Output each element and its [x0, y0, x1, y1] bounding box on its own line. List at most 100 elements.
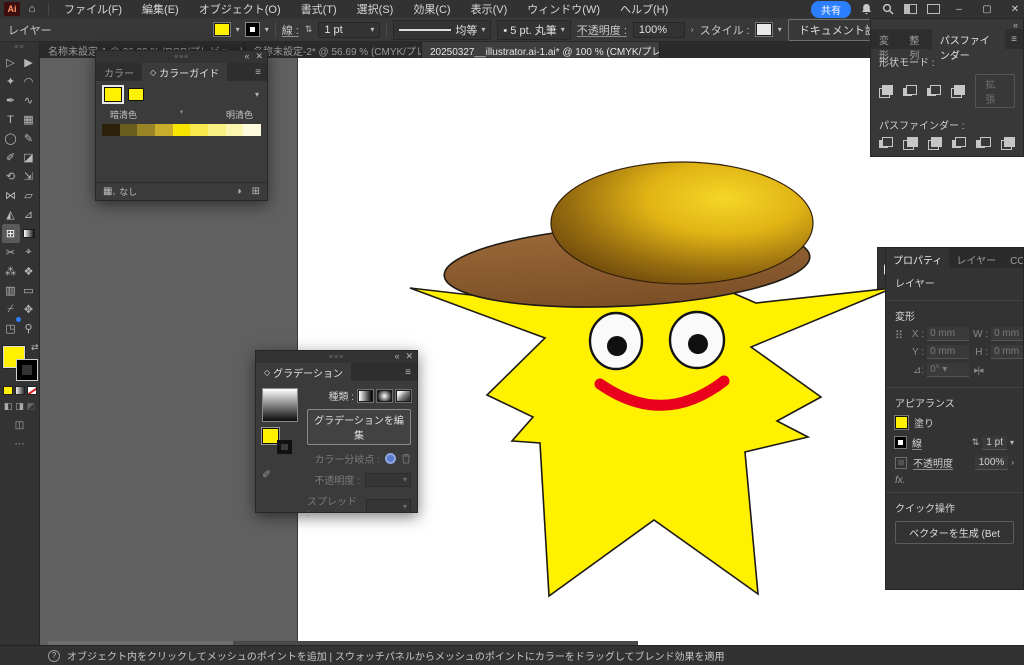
selection-tool[interactable]: ▶	[20, 53, 38, 72]
delete-stop-icon[interactable]	[401, 453, 411, 464]
save-group-icon[interactable]: ⊞	[252, 186, 260, 197]
home-icon[interactable]: ⌂	[22, 3, 42, 15]
free-transform-tool[interactable]: ▱	[20, 186, 38, 205]
chevron-right-icon[interactable]: ›	[691, 25, 694, 34]
perspective-grid-tool[interactable]: ⊿	[20, 205, 38, 224]
panel-menu-icon[interactable]: ≡	[249, 63, 267, 81]
harmony-dropdown-icon[interactable]: ▾	[255, 90, 259, 99]
menu-file[interactable]: ファイル(F)	[55, 0, 131, 19]
divide-icon[interactable]	[879, 137, 893, 150]
minimize-button[interactable]: –	[950, 4, 968, 15]
stroke-weight-stepper[interactable]: ⇅	[305, 24, 313, 35]
stroke-weight-field[interactable]: 1 pt▾	[318, 22, 380, 38]
close-icon[interactable]: ✕	[255, 51, 263, 62]
outline-icon[interactable]	[976, 137, 990, 150]
tab-gradient[interactable]: ◇グラデーション	[256, 363, 351, 381]
tab-color[interactable]: カラー	[96, 63, 142, 81]
panel-menu-icon[interactable]: ≡	[399, 363, 417, 381]
rotate-view-tool[interactable]: ◳	[2, 319, 20, 338]
eraser-tool[interactable]: ◪	[20, 148, 38, 167]
doc-tab-3-active[interactable]: 20250327__illustrator.ai-1.ai* @ 100 % (…	[422, 42, 660, 58]
tab-properties[interactable]: プロパティ	[886, 248, 949, 268]
type-tool[interactable]: T	[2, 110, 20, 129]
generate-vector-button[interactable]: ベクターを生成 (Bet	[895, 521, 1014, 544]
menu-view[interactable]: 表示(V)	[462, 0, 517, 19]
fill-label[interactable]: 塗り	[914, 415, 934, 430]
tab-layers[interactable]: レイヤー	[949, 248, 1003, 268]
merge-icon[interactable]	[928, 137, 942, 150]
collapse-icon[interactable]: «	[1013, 20, 1018, 30]
w-field[interactable]: 0 mm	[991, 327, 1024, 341]
crop-icon[interactable]	[952, 137, 966, 150]
menu-window[interactable]: ウィンドウ(W)	[518, 0, 609, 19]
opacity-field[interactable]: ▾	[365, 473, 411, 487]
opacity-field[interactable]: 100% ›	[975, 456, 1014, 470]
x-field[interactable]: 0 mm	[927, 327, 969, 341]
gradient-tool[interactable]	[20, 224, 38, 243]
stroke-dropdown-icon[interactable]: ▾	[265, 25, 269, 34]
draw-inside-icon[interactable]: ◩	[27, 401, 36, 412]
opacity-field[interactable]: 100%	[633, 22, 685, 38]
paintbrush-tool[interactable]: ✎	[20, 129, 38, 148]
eyedropper-icon[interactable]: ✐	[262, 468, 300, 481]
shape-builder-tool[interactable]: ◭	[2, 205, 20, 224]
lasso-tool[interactable]: ◠	[20, 72, 38, 91]
panel-grip[interactable]: ≡≡	[14, 42, 24, 53]
scissors-tool[interactable]: ✂	[2, 243, 20, 262]
scale-tool[interactable]: ⇲	[20, 167, 38, 186]
brush-definition-field[interactable]: • 5 pt. 丸筆▾	[497, 20, 570, 40]
ramp-swatch[interactable]	[137, 124, 155, 136]
hat-dome[interactable]	[551, 162, 813, 284]
menu-type[interactable]: 書式(T)	[292, 0, 346, 19]
freeform-gradient-icon[interactable]	[396, 390, 411, 402]
ramp-swatch[interactable]	[173, 124, 191, 136]
stroke-weight-label[interactable]: 線 :	[282, 22, 299, 38]
rectangle-grid-tool[interactable]: ▦	[20, 110, 38, 129]
column-graph-tool[interactable]: ▥	[2, 281, 20, 300]
help-icon[interactable]: ?	[48, 650, 60, 662]
direct-selection-tool[interactable]: ▷	[2, 53, 20, 72]
panel-header[interactable]: ≡≡≡ «✕	[256, 351, 417, 363]
ramp-swatch[interactable]	[155, 124, 173, 136]
stroke-weight-field[interactable]: ⇅ 1 pt ▾	[972, 436, 1014, 450]
unite-icon[interactable]	[879, 85, 893, 98]
close-icon[interactable]: ✕	[405, 351, 413, 362]
edit-toolbar-icon[interactable]: ⋯	[15, 439, 25, 450]
tab-transform[interactable]: 変形	[871, 29, 901, 49]
style-dropdown-icon[interactable]: ▾	[778, 25, 782, 34]
edit-colors-icon[interactable]: ◑	[236, 186, 242, 197]
screen-mode-icon[interactable]: ◫	[15, 420, 24, 431]
symbol-sprayer-tool[interactable]: ⁂	[2, 262, 20, 281]
draw-normal-icon[interactable]: ◧	[4, 401, 13, 412]
share-button[interactable]: 共有	[811, 1, 851, 18]
doc-tab-2[interactable]: 名称未設定-2* @ 56.69 % (CMYK/プレビュー) ✕	[245, 42, 422, 58]
stroke-swatch[interactable]	[17, 360, 37, 380]
zoom-tool[interactable]: ⚲	[20, 319, 38, 338]
search-icon[interactable]	[882, 3, 894, 15]
curvature-tool[interactable]: ∿	[20, 91, 38, 110]
ramp-swatch[interactable]	[120, 124, 138, 136]
blend-tool[interactable]: ❖	[20, 262, 38, 281]
collapse-icon[interactable]: «	[394, 351, 399, 362]
linear-gradient-icon[interactable]	[358, 390, 373, 402]
minus-front-icon[interactable]	[903, 85, 917, 98]
fill-color-swatch[interactable]	[214, 23, 230, 36]
tab-align[interactable]: 整列	[901, 29, 931, 49]
intersect-icon[interactable]	[927, 85, 941, 98]
stroke-color-swatch[interactable]	[246, 23, 259, 36]
gradient-preview-swatch[interactable]	[262, 388, 298, 422]
gradient-button[interactable]	[15, 386, 25, 395]
variation-swatch[interactable]	[128, 88, 144, 101]
panel-header[interactable]: ≡≡≡ «✕	[96, 51, 267, 63]
panel-menu-icon[interactable]: ≡	[1005, 29, 1023, 49]
left-pupil[interactable]	[607, 336, 627, 356]
width-profile-field[interactable]: 均等▾	[393, 20, 491, 40]
shaper-tool[interactable]: ✐	[2, 148, 20, 167]
star-body[interactable]	[410, 256, 893, 596]
ellipse-tool[interactable]: ◯	[2, 129, 20, 148]
h-field[interactable]: 0 mm	[991, 345, 1024, 359]
collapse-icon[interactable]: «	[244, 51, 249, 62]
opacity-label[interactable]: 不透明度 :	[577, 22, 627, 38]
style-swatch[interactable]	[756, 23, 772, 36]
stroke-swatch[interactable]	[895, 437, 906, 448]
